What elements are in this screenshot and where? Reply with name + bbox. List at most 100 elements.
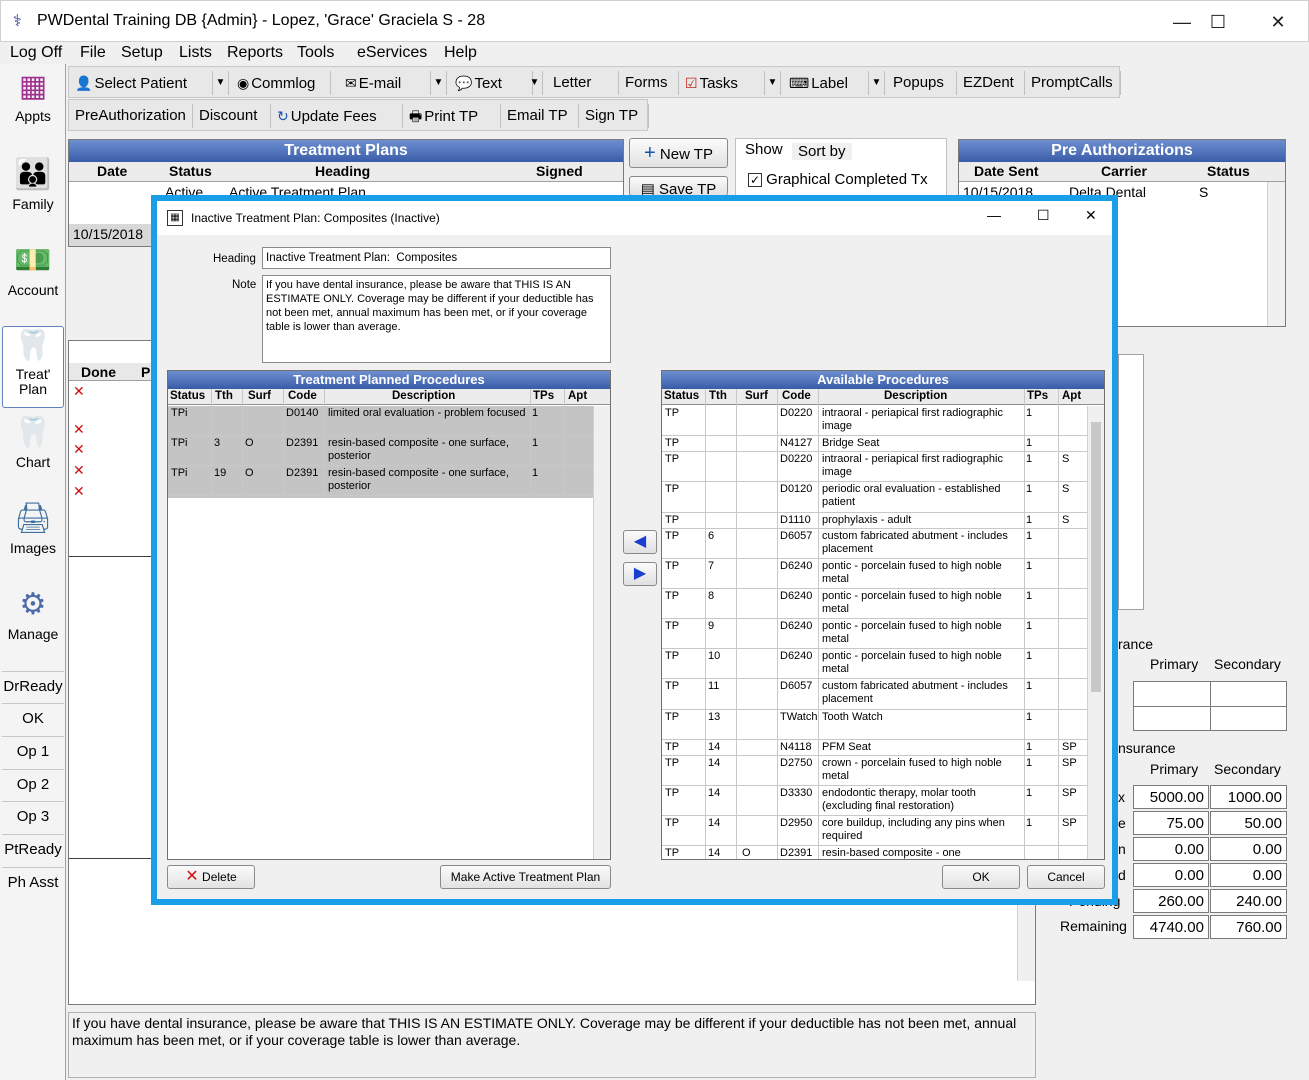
maximize-button[interactable]: ☐ bbox=[1195, 7, 1241, 37]
module-appts[interactable]: ▦ Appts bbox=[2, 68, 64, 124]
preauthorization-button[interactable]: PreAuthorization bbox=[69, 104, 193, 128]
ph-asst-button[interactable]: Ph Asst bbox=[2, 867, 64, 898]
menu-reports[interactable]: Reports bbox=[227, 44, 283, 62]
commlog-button[interactable]: ◉ Commlog bbox=[231, 71, 331, 95]
cell-status: TP bbox=[665, 847, 680, 859]
op3-button[interactable]: Op 3 bbox=[2, 801, 64, 832]
tp-note-text[interactable]: If you have dental insurance, please be … bbox=[68, 1012, 1036, 1078]
cell-description: intraoral - periapical first radiographi… bbox=[822, 407, 1003, 432]
app-tooth-icon: ⚕ bbox=[13, 13, 22, 30]
button-label: New TP bbox=[659, 146, 713, 163]
ins-secondary-value: 0.00 bbox=[1210, 837, 1287, 861]
label-dropdown[interactable]: ▼ bbox=[869, 71, 885, 95]
menu-setup[interactable]: Setup bbox=[121, 44, 163, 62]
module-chart[interactable]: 🦷 Chart bbox=[2, 414, 64, 470]
preauth-scrollbar[interactable] bbox=[1267, 182, 1285, 326]
globe-icon: ◉ bbox=[237, 75, 250, 91]
cell-tooth: 7 bbox=[708, 560, 715, 572]
cell-description: pontic - porcelain fused to high noble m… bbox=[822, 620, 1002, 645]
show-panel: Show Sort by ✓ Graphical Completed Tx bbox=[735, 138, 947, 196]
dialog-close-button[interactable]: ✕ bbox=[1085, 207, 1097, 224]
checkmark-icon: ☑ bbox=[685, 75, 698, 91]
menu-help[interactable]: Help bbox=[444, 44, 477, 62]
cell-status: TP bbox=[665, 817, 680, 829]
tp-row-date[interactable]: 10/15/2018 bbox=[69, 224, 157, 246]
button-label: Save TP bbox=[659, 181, 717, 196]
cell-tps: 1 bbox=[1026, 711, 1033, 723]
plus-icon: + bbox=[644, 142, 656, 164]
col-surface: Surf bbox=[745, 390, 768, 402]
op2-button[interactable]: Op 2 bbox=[2, 769, 64, 800]
tab-sort-by[interactable]: Sort by bbox=[792, 143, 852, 160]
cancel-button[interactable]: Cancel bbox=[1027, 865, 1105, 889]
refresh-icon: ↻ bbox=[277, 108, 289, 124]
move-left-button[interactable]: ◀ bbox=[623, 530, 657, 554]
module-family[interactable]: 👪 Family bbox=[2, 156, 64, 212]
col-done: Done bbox=[81, 364, 116, 380]
discount-button[interactable]: Discount bbox=[193, 104, 271, 128]
ok-button[interactable]: OK bbox=[942, 865, 1020, 889]
dialog-minimize-button[interactable]: — bbox=[987, 207, 1001, 223]
ezdent-button[interactable]: EZDent bbox=[957, 71, 1025, 95]
module-manage[interactable]: ⚙ Manage bbox=[2, 586, 64, 642]
select-patient-dropdown[interactable]: ▼ bbox=[213, 71, 229, 95]
delete-button[interactable]: ✕ Delete bbox=[167, 865, 255, 889]
window-title: PWDental Training DB {Admin} - Lopez, 'G… bbox=[37, 12, 486, 29]
module-account[interactable]: 💵 Account bbox=[2, 242, 64, 298]
note-textarea[interactable]: If you have dental insurance, please be … bbox=[262, 275, 611, 363]
menu-tools[interactable]: Tools bbox=[297, 44, 334, 62]
patient-icon: 👤 bbox=[75, 75, 93, 91]
ok-status-button[interactable]: OK bbox=[2, 703, 64, 734]
tab-show[interactable]: Show bbox=[745, 141, 783, 158]
promptcalls-button[interactable]: PromptCalls bbox=[1025, 71, 1121, 95]
forms-button[interactable]: Forms bbox=[619, 71, 679, 95]
cell-status: TP bbox=[665, 680, 680, 692]
op1-button[interactable]: Op 1 bbox=[2, 736, 64, 767]
cell-tps: 1 bbox=[1026, 514, 1033, 526]
sign-tp-button[interactable]: Sign TP bbox=[579, 104, 649, 128]
tasks-button[interactable]: ☑ Tasks bbox=[679, 71, 765, 95]
make-active-tp-button[interactable]: Make Active Treatment Plan bbox=[440, 865, 611, 889]
text-dropdown[interactable]: ▼ bbox=[527, 71, 543, 95]
popups-button[interactable]: Popups bbox=[887, 71, 957, 95]
text-button[interactable]: 💬 Text bbox=[449, 71, 533, 95]
planned-scrollbar[interactable] bbox=[593, 406, 610, 859]
menu-log-off[interactable]: Log Off bbox=[10, 44, 62, 62]
available-scrollbar[interactable] bbox=[1087, 406, 1104, 859]
ins-secondary-header: Secondary bbox=[1214, 656, 1281, 672]
label-icon: ⌨ bbox=[789, 75, 810, 91]
main-toolbar: 👤 Select Patient ▼ ◉ Commlog ✉ E-mail ▼ 💬 Te… bbox=[68, 66, 1121, 98]
menu-eservices[interactable]: eServices bbox=[357, 44, 427, 62]
label-button[interactable]: ⌨ Label bbox=[783, 71, 869, 95]
dialog-maximize-button[interactable]: ☐ bbox=[1037, 207, 1050, 224]
arrow-left-icon: ◀ bbox=[633, 533, 647, 550]
cell-apt: S bbox=[1062, 514, 1070, 526]
graphical-completed-checkbox[interactable]: ✓ Graphical Completed Tx bbox=[748, 171, 928, 188]
module-treat-plan[interactable]: 🦷 Treat' Plan bbox=[2, 326, 64, 408]
tasks-dropdown[interactable]: ▼ bbox=[765, 71, 781, 95]
update-fees-button[interactable]: ↻ Update Fees bbox=[271, 104, 403, 128]
email-dropdown[interactable]: ▼ bbox=[431, 71, 447, 95]
move-right-button[interactable]: ▶ bbox=[623, 562, 657, 586]
done-x-icon: ✕ bbox=[73, 421, 85, 437]
new-tp-button[interactable]: + New TP bbox=[629, 138, 728, 168]
menu-lists[interactable]: Lists bbox=[179, 44, 212, 62]
module-images[interactable]: 🖨 Images bbox=[2, 500, 64, 556]
available-header: Status Tth Surf Code Description TPs Apt bbox=[662, 389, 1104, 405]
dr-ready-button[interactable]: DrReady bbox=[2, 671, 64, 702]
close-button[interactable]: ✕ bbox=[1255, 7, 1301, 37]
save-tp-button[interactable]: ▤ Save TP bbox=[629, 176, 728, 196]
menu-file[interactable]: File bbox=[80, 44, 106, 62]
button-label: Select Patient bbox=[94, 75, 187, 92]
print-tp-button[interactable]: 🖶 Print TP bbox=[403, 104, 501, 128]
scanner-icon: 🖨 bbox=[14, 502, 53, 535]
pt-ready-button[interactable]: PtReady bbox=[2, 834, 64, 865]
letter-button[interactable]: Letter bbox=[547, 71, 619, 95]
preauth-status[interactable]: S bbox=[1199, 184, 1208, 200]
ins-secondary-value: 240.00 bbox=[1210, 889, 1287, 913]
col-code: Code bbox=[288, 390, 317, 402]
select-patient-button[interactable]: 👤 Select Patient bbox=[69, 71, 213, 95]
email-tp-button[interactable]: Email TP bbox=[501, 104, 579, 128]
heading-input[interactable] bbox=[262, 247, 611, 269]
email-button[interactable]: ✉ E-mail bbox=[339, 71, 431, 95]
